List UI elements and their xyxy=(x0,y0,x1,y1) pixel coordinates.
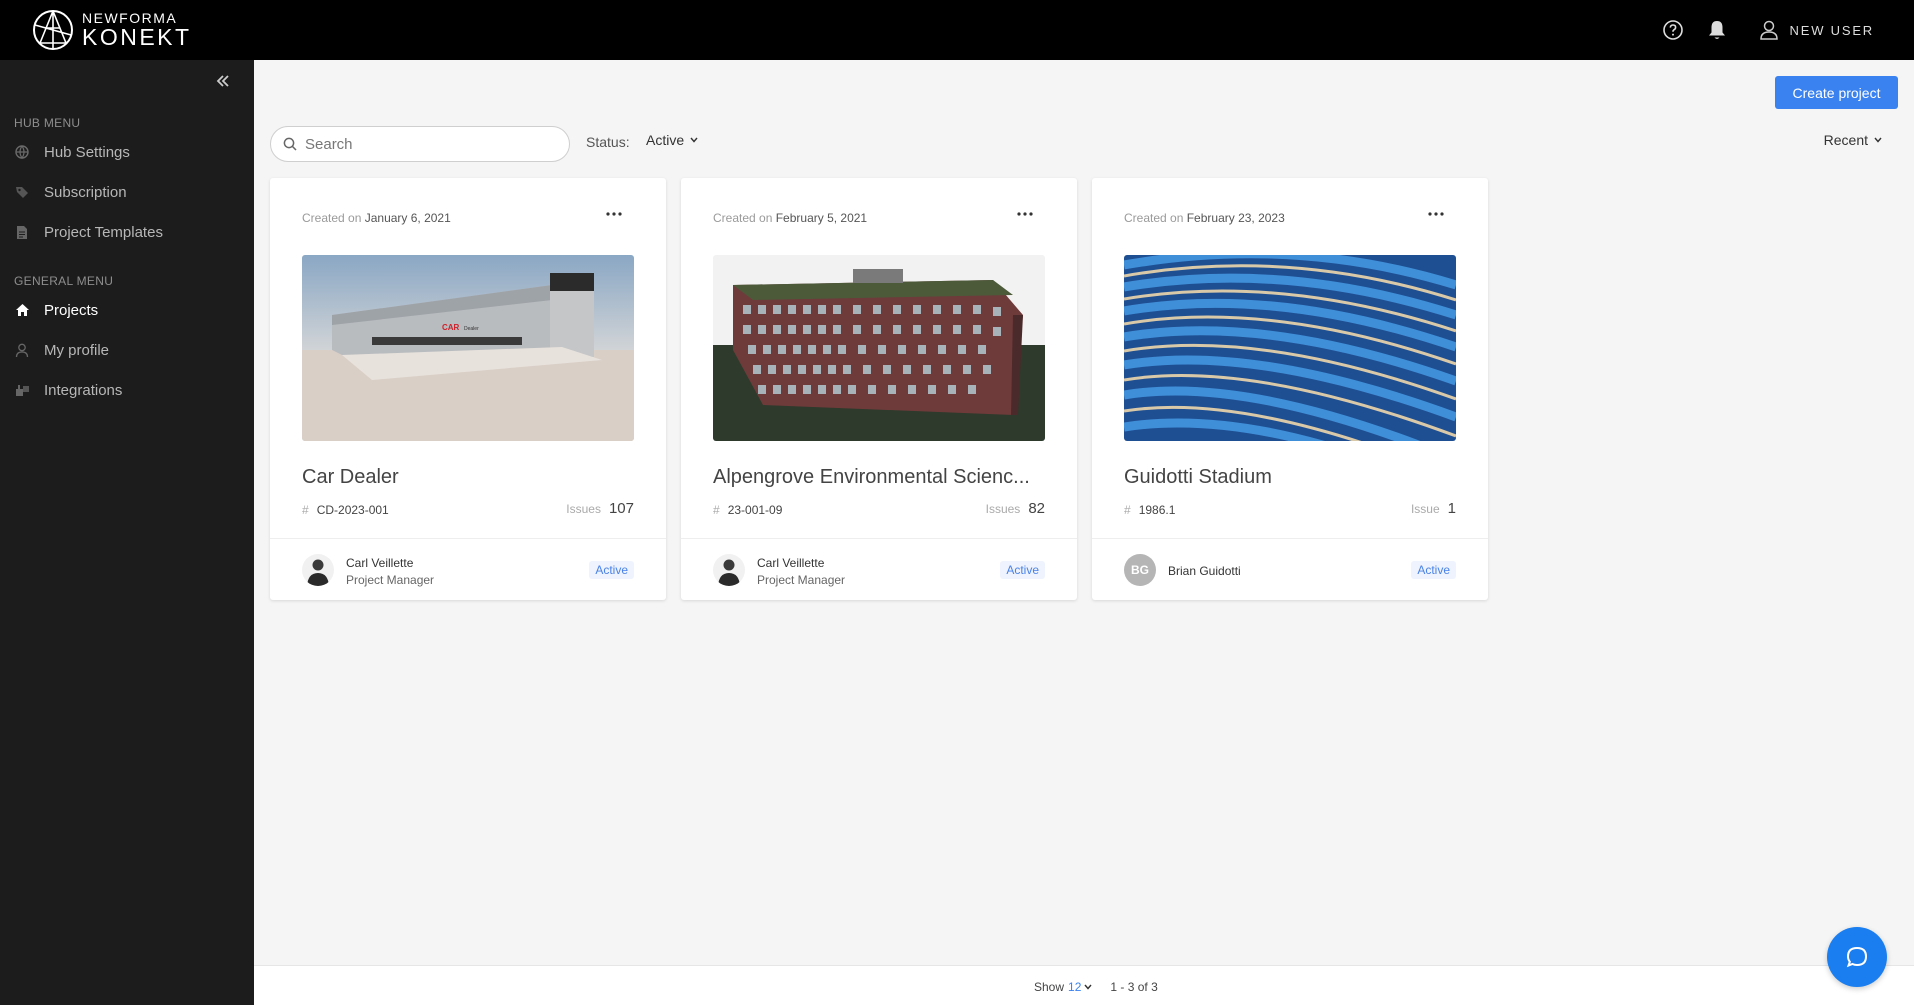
sidebar-item-label: Project Templates xyxy=(44,223,163,241)
chat-icon xyxy=(1846,946,1868,968)
created-date: February 5, 2021 xyxy=(775,211,868,225)
sidebar-item-label: My profile xyxy=(44,341,110,359)
created-prefix: Created on xyxy=(1124,211,1184,225)
sidebar-item-label: Integrations xyxy=(44,381,123,399)
pagination-bar: Show 12 1 - 3 of 3 xyxy=(254,965,1914,1005)
thumbnail-sign-subtext: Dealer xyxy=(464,326,479,332)
project-title[interactable]: Car Dealer xyxy=(302,466,634,489)
owner-name: Brian Guidotti xyxy=(1168,564,1241,578)
hash-icon: # xyxy=(302,503,309,517)
more-options-icon[interactable] xyxy=(1011,202,1039,226)
avatar xyxy=(302,554,334,586)
project-title[interactable]: Alpengrove Environmental Scienc... xyxy=(713,466,1045,489)
tag-icon xyxy=(14,184,30,200)
search-icon xyxy=(283,137,297,151)
project-card-alpengrove[interactable]: Created on February 5, 2021 Alpengrove E… xyxy=(681,178,1077,600)
avatar xyxy=(713,554,745,586)
home-icon xyxy=(14,302,30,318)
sidebar-item-projects[interactable]: Projects xyxy=(0,293,254,327)
top-bar: NEWFORMA KONEKT NEW USER xyxy=(0,0,1914,60)
status-badge: Active xyxy=(1000,561,1045,579)
issues-count: 1 xyxy=(1447,500,1456,517)
pagination-range: 1 - 3 of 3 xyxy=(1110,980,1158,994)
user-name: NEW USER xyxy=(1789,22,1874,38)
globe-icon xyxy=(14,144,30,160)
project-thumbnail[interactable]: CAR Dealer xyxy=(302,255,634,441)
sort-value: Recent xyxy=(1823,132,1868,148)
hash-icon: # xyxy=(713,503,720,517)
sidebar-item-label: Projects xyxy=(44,301,99,319)
user-menu[interactable]: NEW USER xyxy=(1758,19,1874,41)
issues-label: Issue xyxy=(1410,502,1440,516)
status-badge: Active xyxy=(589,561,634,579)
chevron-down-icon xyxy=(690,137,698,143)
search-input[interactable] xyxy=(305,135,555,153)
page-size-dropdown[interactable]: 12 xyxy=(1068,980,1081,994)
sidebar-item-subscription[interactable]: Subscription xyxy=(0,175,254,209)
help-icon[interactable] xyxy=(1660,17,1686,43)
user-icon xyxy=(14,342,30,358)
sidebar-item-integrations[interactable]: Integrations xyxy=(0,373,254,407)
owner-role: Project Manager xyxy=(346,573,435,587)
owner-name: Carl Veillette xyxy=(346,556,414,570)
sidebar: HUB MENU Hub Settings Subscription Proje… xyxy=(0,60,254,1005)
bell-icon[interactable] xyxy=(1704,17,1730,43)
project-number: 23-001-09 xyxy=(727,503,783,517)
sidebar-item-label: Subscription xyxy=(44,183,127,201)
konekt-logo-icon xyxy=(33,10,73,50)
more-options-icon[interactable] xyxy=(1422,202,1450,226)
general-menu-heading: GENERAL MENU xyxy=(14,274,114,288)
document-icon xyxy=(14,224,30,240)
sidebar-item-project-templates[interactable]: Project Templates xyxy=(0,215,254,249)
project-number: CD-2023-001 xyxy=(316,503,389,517)
logo-line-1: NEWFORMA xyxy=(82,10,178,26)
search-box xyxy=(270,126,570,162)
issues-count: 107 xyxy=(608,500,634,517)
project-thumbnail[interactable] xyxy=(713,255,1045,441)
chevron-down-icon[interactable] xyxy=(1084,984,1092,990)
card-divider xyxy=(1092,538,1488,539)
issues-label: Issues xyxy=(985,502,1021,516)
logo[interactable]: NEWFORMA KONEKT xyxy=(32,9,192,51)
more-options-icon[interactable] xyxy=(600,202,628,226)
logo-line-2: KONEKT xyxy=(82,24,192,50)
created-prefix: Created on xyxy=(713,211,773,225)
project-thumbnail[interactable] xyxy=(1124,255,1456,441)
status-badge: Active xyxy=(1411,561,1456,579)
plug-icon xyxy=(14,382,30,398)
project-card-car-dealer[interactable]: Created on January 6, 2021 CAR Dealer Ca… xyxy=(270,178,666,600)
chat-button[interactable] xyxy=(1827,927,1887,987)
hub-menu-heading: HUB MENU xyxy=(14,116,81,130)
create-project-button[interactable]: Create project xyxy=(1775,76,1898,109)
created-prefix: Created on xyxy=(302,211,362,225)
issues-count: 82 xyxy=(1028,500,1045,517)
status-filter-label: Status: xyxy=(586,134,630,150)
owner-role: Project Manager xyxy=(757,573,846,587)
collapse-sidebar-icon[interactable] xyxy=(210,68,236,94)
project-title[interactable]: Guidotti Stadium xyxy=(1124,466,1456,489)
project-card-guidotti-stadium[interactable]: Created on February 23, 2023 Guidotti St… xyxy=(1092,178,1488,600)
project-number: 1986.1 xyxy=(1138,503,1176,517)
card-divider xyxy=(270,538,666,539)
hash-icon: # xyxy=(1124,503,1131,517)
created-date: January 6, 2021 xyxy=(364,211,451,225)
card-divider xyxy=(681,538,1077,539)
thumbnail-sign-text: CAR xyxy=(442,323,460,332)
sidebar-item-hub-settings[interactable]: Hub Settings xyxy=(0,135,254,169)
show-label: Show xyxy=(1034,980,1065,994)
created-date: February 23, 2023 xyxy=(1186,211,1285,225)
sort-dropdown[interactable]: Recent xyxy=(1824,132,1882,148)
status-filter-dropdown[interactable]: Active xyxy=(646,132,698,148)
owner-name: Carl Veillette xyxy=(757,556,825,570)
avatar: BG xyxy=(1124,554,1156,586)
user-icon xyxy=(1759,20,1778,40)
status-filter-value: Active xyxy=(646,132,685,148)
issues-label: Issues xyxy=(566,502,601,516)
sidebar-item-label: Hub Settings xyxy=(44,143,130,161)
chevron-down-icon xyxy=(1874,137,1882,143)
sidebar-item-my-profile[interactable]: My profile xyxy=(0,333,254,367)
